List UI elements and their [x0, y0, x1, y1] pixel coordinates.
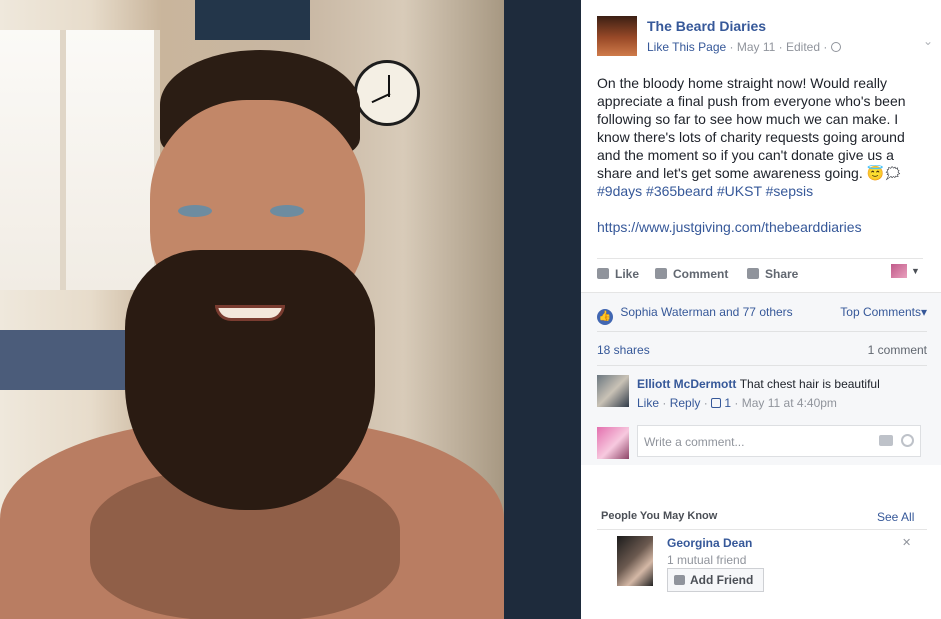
comment-like-count[interactable]: 1 — [724, 396, 731, 410]
comment-text: That chest hair is beautiful — [739, 377, 880, 391]
comment-icon — [655, 268, 667, 279]
photo-viewer — [0, 0, 581, 619]
comment-time[interactable]: · May 11 at 4:40pm — [734, 396, 837, 410]
pymk-title: People You May Know — [601, 510, 718, 522]
thumbs-up-icon — [597, 268, 609, 279]
globe-icon — [830, 42, 841, 52]
close-icon[interactable]: ✕ — [902, 536, 911, 549]
thumbs-up-icon — [711, 398, 722, 408]
like-label: Like — [615, 267, 640, 281]
comment-like-link[interactable]: Like — [637, 396, 659, 410]
reactions-summary[interactable]: Sophia Waterman and 77 others — [620, 305, 792, 319]
photo-side-panel — [504, 0, 581, 619]
chevron-down-icon[interactable]: ⌄ — [923, 34, 935, 48]
divider — [597, 331, 927, 332]
comment-button[interactable]: Comment — [655, 267, 728, 281]
comment-meta: Like · Reply · 1 · May 11 at 4:40pm — [637, 396, 837, 410]
post-body: On the bloody home straight now! Would r… — [597, 74, 927, 236]
emoji-icon[interactable] — [901, 434, 914, 447]
comment-author[interactable]: Elliott McDermott — [637, 377, 736, 391]
post-sidebar: The Beard Diaries Like This Page · May 1… — [581, 0, 941, 619]
add-friend-label: Add Friend — [690, 573, 754, 587]
see-all-link[interactable]: See All — [877, 510, 914, 524]
post-text: On the bloody home straight now! Would r… — [597, 75, 906, 181]
share-label: Share — [765, 267, 799, 281]
caret-down-icon: ▼ — [911, 266, 920, 276]
like-button[interactable]: Like — [597, 267, 639, 281]
post-hashtags[interactable]: #9days #365beard #UKST #sepsis — [597, 183, 813, 199]
top-comments-label: Top Comments — [840, 305, 921, 319]
mutual-friends[interactable]: 1 mutual friend — [667, 553, 746, 567]
post-photo[interactable] — [0, 0, 504, 619]
add-friend-button[interactable]: Add Friend — [667, 568, 764, 592]
pymk-person: Georgina Dean 1 mutual friend Add Friend… — [617, 536, 917, 592]
comment-composer: Write a comment... — [597, 425, 927, 459]
page-avatar[interactable] — [597, 16, 637, 56]
person-name[interactable]: Georgina Dean — [667, 536, 752, 550]
comment-avatar[interactable] — [597, 375, 629, 407]
person-avatar[interactable] — [617, 536, 653, 586]
comment-count: 1 comment — [867, 343, 927, 357]
comment-label: Comment — [673, 267, 729, 281]
post-link[interactable]: https://www.justgiving.com/thebearddiari… — [597, 218, 927, 236]
divider — [597, 365, 927, 366]
shares-count[interactable]: 18 shares — [597, 343, 650, 357]
comment-line: Elliott McDermott That chest hair is bea… — [637, 377, 880, 391]
share-icon — [747, 268, 759, 279]
like-badge-icon: 👍 — [597, 309, 613, 325]
divider — [597, 529, 927, 530]
camera-icon[interactable] — [879, 435, 893, 446]
comment-reply-link[interactable]: Reply — [670, 396, 701, 410]
comments-section: 👍 Sophia Waterman and 77 others Top Comm… — [581, 292, 941, 465]
like-page-link[interactable]: Like This Page — [647, 40, 726, 54]
user-avatar-mini — [891, 264, 907, 278]
share-button[interactable]: Share — [747, 267, 798, 281]
post-header: The Beard Diaries Like This Page · May 1… — [597, 16, 933, 56]
post-actions: Like Comment Share ▼ — [597, 258, 923, 288]
comment-item: Elliott McDermott That chest hair is bea… — [597, 375, 927, 413]
photo-subject — [0, 0, 504, 619]
add-friend-icon — [674, 575, 685, 585]
reactions-row: 👍 Sophia Waterman and 77 others Top Comm… — [597, 305, 927, 325]
post-as-selector[interactable]: ▼ — [891, 264, 921, 280]
page-name-link[interactable]: The Beard Diaries — [647, 18, 766, 34]
top-comments-dropdown[interactable]: Top Comments▾ — [840, 305, 927, 319]
current-user-avatar — [597, 427, 629, 459]
shares-row: 18 shares 1 comment — [597, 343, 927, 357]
post-date: · May 11 · Edited · — [729, 40, 828, 54]
post-meta: Like This Page · May 11 · Edited · — [647, 40, 841, 54]
